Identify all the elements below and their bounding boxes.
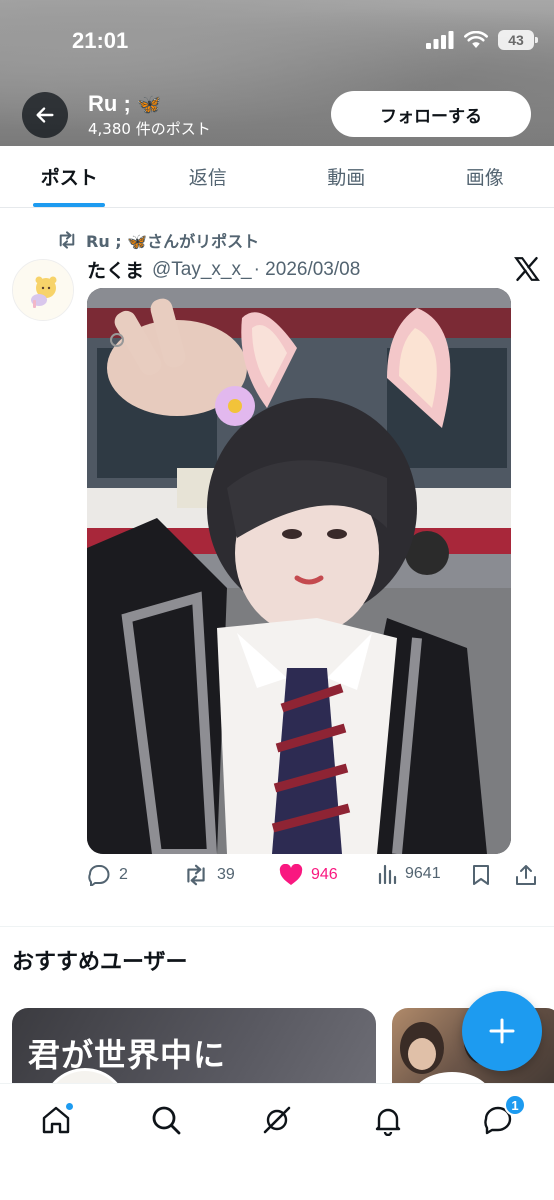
repost-icon — [187, 864, 205, 886]
nav-notifications[interactable] — [368, 1100, 408, 1140]
arrow-left-icon — [36, 107, 54, 123]
nav-grok[interactable] — [257, 1100, 297, 1140]
views-chart-icon — [378, 864, 397, 884]
bookmark-icon — [473, 865, 489, 885]
follow-button[interactable]: フォローする — [331, 91, 531, 137]
messages-badge: 1 — [504, 1094, 526, 1116]
author-avatar[interactable] — [12, 259, 74, 321]
search-icon — [152, 1106, 181, 1135]
views-action[interactable]: 9641 — [377, 864, 441, 884]
nav-home[interactable] — [36, 1100, 76, 1140]
back-button[interactable] — [22, 92, 68, 138]
reply-icon — [88, 865, 110, 886]
nav-search[interactable] — [146, 1100, 186, 1140]
grok-icon — [263, 1106, 291, 1134]
post-date: · 2026/03/08 — [253, 258, 361, 280]
recommended-users-title: おすすめユーザー — [12, 950, 188, 975]
views-count: 9641 — [405, 865, 441, 882]
like-count: 946 — [311, 866, 338, 883]
reply-action[interactable]: 2 — [87, 864, 128, 886]
tab-videos[interactable]: 動画 — [277, 146, 416, 207]
repost-indicator[interactable]: Ru ; 🦋さんがリポスト — [56, 228, 259, 252]
profile-tabs: ポスト 返信 動画 画像 — [0, 146, 554, 208]
nav-messages[interactable]: 1 — [478, 1094, 526, 1140]
wifi-icon — [464, 31, 488, 48]
signal-icon — [426, 31, 454, 49]
post-count: 4,380 件のポスト — [88, 120, 211, 138]
reply-count: 2 — [119, 866, 128, 883]
like-action[interactable]: 946 — [279, 864, 338, 886]
tab-images[interactable]: 画像 — [416, 146, 554, 207]
share-icon — [516, 865, 536, 885]
status-icons: 43 — [426, 30, 538, 50]
butterfly-emoji: 🦋 — [136, 93, 162, 116]
battery-indicator: 43 — [498, 30, 538, 50]
post-photo-image — [87, 288, 511, 854]
post-photo[interactable] — [87, 288, 511, 854]
heart-filled-icon — [279, 864, 303, 885]
profile-header: 21:01 43 Ru ; 🦋 4,380 件のポスト フォローする — [0, 0, 554, 146]
repost-by-text: Ru ; 🦋さんがリポスト — [86, 232, 260, 251]
section-divider — [0, 926, 554, 927]
post-meta: たくま @Tay_x_x_ · 2026/03/08 — [87, 256, 360, 283]
profile-name: Ru ; 🦋 — [88, 91, 162, 117]
post-author-name[interactable]: たくま — [87, 256, 144, 283]
bell-icon — [375, 1108, 401, 1136]
home-notification-dot — [65, 1102, 74, 1111]
plus-icon — [489, 1018, 515, 1044]
x-logo-icon — [514, 256, 540, 282]
profile-name-text: Ru ; — [88, 91, 131, 116]
avatar-image — [13, 260, 73, 320]
repost-count: 39 — [217, 866, 235, 883]
compose-button[interactable] — [462, 991, 542, 1071]
bottom-navigation: 1 — [0, 1083, 554, 1200]
bookmark-action[interactable] — [471, 864, 491, 886]
post-author-handle[interactable]: @Tay_x_x_ — [152, 259, 252, 281]
repost-action[interactable]: 39 — [183, 864, 235, 886]
repost-icon — [59, 231, 75, 249]
post-actions: 2 39 946 9641 — [87, 864, 542, 892]
status-time: 21:01 — [72, 28, 129, 53]
recommended-card-banner-text: 君が世界中に — [28, 1036, 227, 1074]
tab-posts[interactable]: ポスト — [0, 146, 139, 207]
share-action[interactable] — [515, 864, 537, 886]
tab-replies[interactable]: 返信 — [139, 146, 278, 207]
